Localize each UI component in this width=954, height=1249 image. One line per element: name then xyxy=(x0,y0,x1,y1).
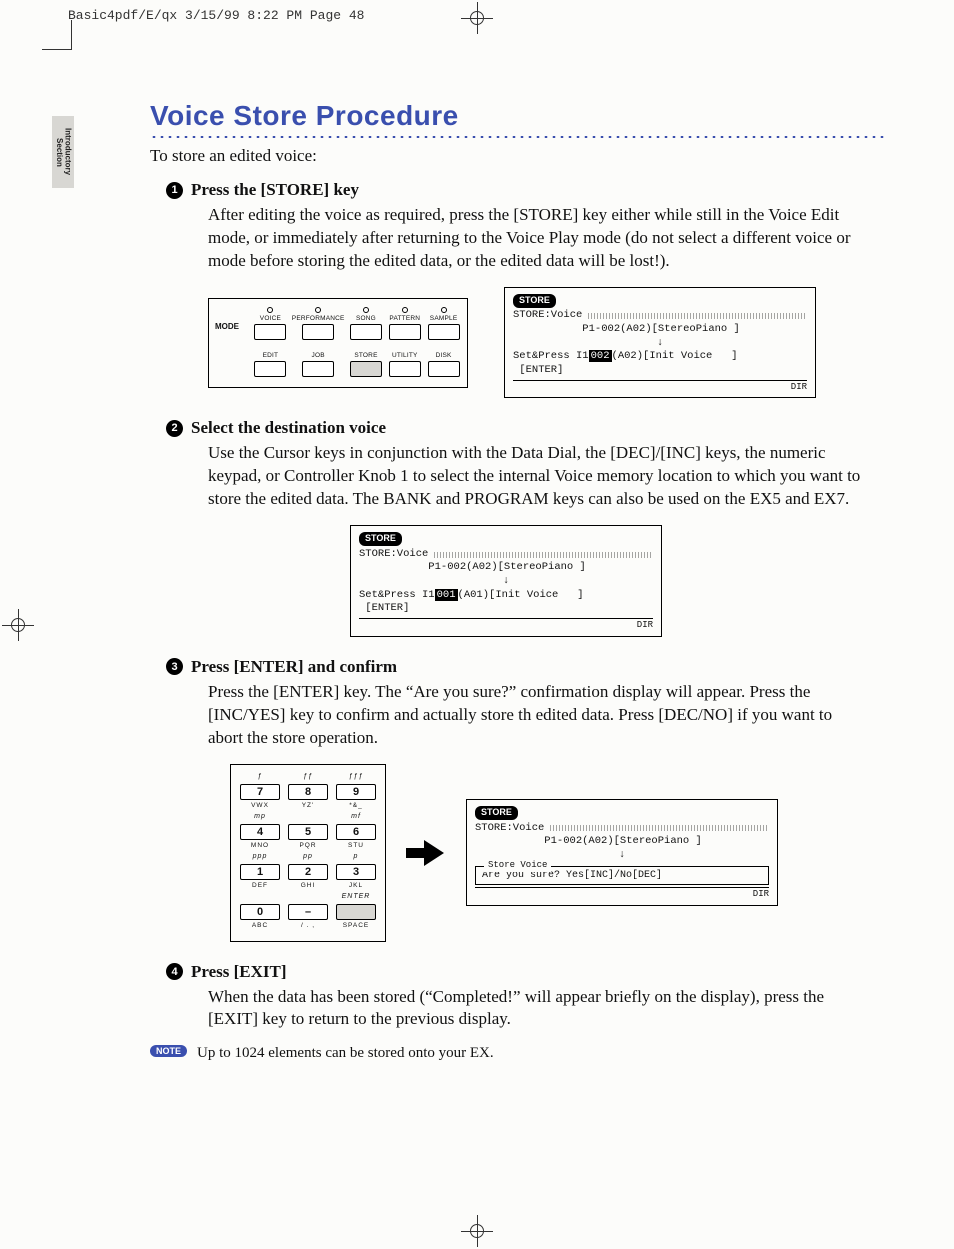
keypad-key: 3 xyxy=(336,864,376,880)
arrow-right-icon xyxy=(406,840,446,866)
registration-mark-top xyxy=(465,6,489,30)
step2-body: Use the Cursor keys in conjunction with … xyxy=(208,442,868,511)
step2-title: Select the destination voice xyxy=(191,418,386,438)
intro-text: To store an edited voice: xyxy=(150,146,884,166)
keypad-key: 6 xyxy=(336,824,376,840)
crop-mark-top-left xyxy=(42,20,72,50)
registration-mark-left xyxy=(6,613,30,637)
step3-title: Press [ENTER] and confirm xyxy=(191,657,397,677)
mode-button-cell: PERFORMANCE xyxy=(292,307,345,340)
step1-title: Press the [STORE] key xyxy=(191,180,359,200)
step3-body: Press the [ENTER] key. The “Are you sure… xyxy=(208,681,868,750)
note-badge: NOTE xyxy=(150,1045,187,1057)
keypad-key: 7 xyxy=(240,784,280,800)
step1-body: After editing the voice as required, pre… xyxy=(208,204,868,273)
keypad-key: 9 xyxy=(336,784,376,800)
page-title: Voice Store Procedure xyxy=(150,100,884,132)
mode-button-cell: EDIT xyxy=(253,352,288,377)
mode-button-cell: PATTERN xyxy=(387,307,422,340)
step-number-1: 1 xyxy=(166,182,183,199)
lcd-confirm-screen: STORESTORE:Voice P1-002(A02)[StereoPiano… xyxy=(466,799,778,906)
registration-mark-bottom xyxy=(465,1219,489,1243)
mode-button-cell: SAMPLE xyxy=(426,307,461,340)
step4-heading: 4 Press [EXIT] xyxy=(166,962,884,982)
section-tab: Introductory Section xyxy=(52,116,74,188)
keypad-key: 4 xyxy=(240,824,280,840)
step4-title: Press [EXIT] xyxy=(191,962,287,982)
keypad-key: 8 xyxy=(288,784,328,800)
keypad-key: 0 xyxy=(240,904,280,920)
keypad-key: 1 xyxy=(240,864,280,880)
lcd-store-screen-2: STORESTORE:Voice P1-002(A02)[StereoPiano… xyxy=(350,525,662,637)
note-text: Up to 1024 elements can be stored onto y… xyxy=(197,1045,494,1062)
mode-button-cell: STORE xyxy=(349,352,384,377)
step2-heading: 2 Select the destination voice xyxy=(166,418,884,438)
step4-body: When the data has been stored (“Complete… xyxy=(208,986,868,1032)
mode-button-cell: SONG xyxy=(349,307,384,340)
keypad-key: 2 xyxy=(288,864,328,880)
mode-button-cell: VOICE xyxy=(253,307,288,340)
mode-label: MODE xyxy=(215,322,249,331)
step3-heading: 3 Press [ENTER] and confirm xyxy=(166,657,884,677)
keypad-key xyxy=(336,904,376,920)
step-number-4: 4 xyxy=(166,963,183,980)
title-divider xyxy=(150,134,884,140)
step-number-2: 2 xyxy=(166,420,183,437)
section-tab-label: Introductory Section xyxy=(55,116,72,188)
step-number-3: 3 xyxy=(166,658,183,675)
keypad-key: 5 xyxy=(288,824,328,840)
lcd-store-screen-1: STORESTORE:Voice P1-002(A02)[StereoPiano… xyxy=(504,287,816,399)
mode-panel-illustration: MODE VOICEPERFORMANCESONGPATTERNSAMPLE EDI… xyxy=(208,298,468,388)
keypad-key: – xyxy=(288,904,328,920)
mode-button-cell: DISK xyxy=(426,352,461,377)
mode-button-cell: UTILITY xyxy=(387,352,422,377)
numeric-keypad-illustration: ƒƒƒƒƒƒ789VWXYZ'*&_mpmf456MNOPQRSTUpppppp… xyxy=(230,764,386,942)
step1-heading: 1 Press the [STORE] key xyxy=(166,180,884,200)
mode-button-cell: JOB xyxy=(292,352,345,377)
prepress-slug: Basic4pdf/E/qx 3/15/99 8:22 PM Page 48 xyxy=(68,8,364,23)
